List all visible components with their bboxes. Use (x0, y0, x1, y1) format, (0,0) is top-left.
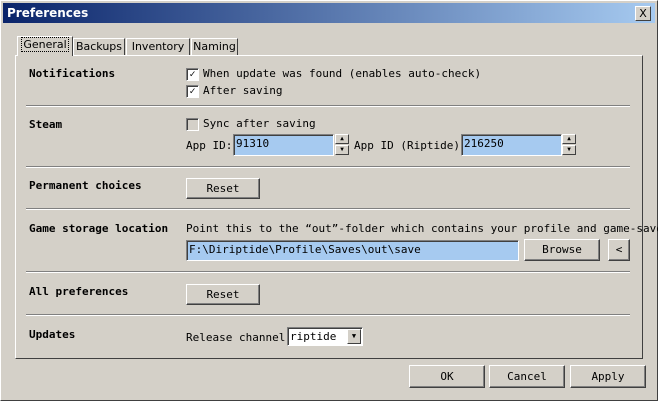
notifications-heading: Notifications (29, 67, 116, 80)
ok-button[interactable]: OK (409, 365, 485, 388)
game-storage-heading: Game storage location (29, 222, 169, 235)
release-channel-label: Release channel: (186, 331, 292, 344)
app-id-label: App ID: (186, 139, 233, 152)
apply-button[interactable]: Apply (570, 365, 646, 388)
separator (26, 105, 630, 107)
title-bar[interactable]: Preferences X (3, 3, 655, 23)
browse-button[interactable]: Browse (524, 239, 600, 261)
back-button[interactable]: < (608, 239, 630, 261)
riptide-app-id-spinner[interactable]: ▲ ▼ (562, 134, 576, 156)
separator (26, 314, 630, 316)
general-panel: Notifications ✓ When update was found (e… (15, 55, 658, 359)
tab-naming-label: Naming (193, 40, 236, 53)
chevron-down-icon[interactable]: ▼ (347, 329, 361, 344)
app-id-spinner[interactable]: ▲ ▼ (335, 134, 349, 156)
sync-checkbox[interactable] (186, 118, 199, 131)
window-title: Preferences (7, 6, 89, 20)
permanent-choices-heading: Permanent choices (29, 179, 142, 192)
all-preferences-reset-button[interactable]: Reset (186, 284, 260, 305)
game-storage-path-input[interactable]: F:\Diriptide\Profile\Saves\out\save (186, 240, 519, 261)
release-channel-value: riptide (290, 330, 337, 343)
sync-label: Sync after saving (203, 117, 316, 130)
all-preferences-heading: All preferences (29, 285, 129, 298)
release-channel-select[interactable]: riptide ▼ (287, 327, 363, 346)
tab-backups-label: Backups (75, 40, 123, 53)
tab-inventory[interactable]: Inventory (126, 38, 190, 55)
spin-down-icon[interactable]: ▼ (562, 145, 576, 155)
tab-general-label: General (21, 37, 69, 52)
tab-backups[interactable]: Backups (73, 38, 125, 55)
separator (26, 166, 630, 168)
update-found-checkbox[interactable]: ✓ (186, 68, 199, 81)
riptide-app-id-input[interactable]: 216250 (461, 134, 562, 156)
updates-heading: Updates (29, 328, 76, 341)
after-saving-checkbox[interactable]: ✓ (186, 85, 199, 98)
tab-inventory-label: Inventory (131, 40, 185, 53)
permanent-choices-reset-button[interactable]: Reset (186, 178, 260, 199)
tab-general[interactable]: General (17, 36, 73, 56)
after-saving-label: After saving (203, 84, 283, 97)
game-storage-hint: Point this to the “out”-folder which con… (186, 222, 658, 235)
riptide-app-id-label: App ID (Riptide): (354, 139, 467, 152)
cancel-button[interactable]: Cancel (489, 365, 565, 388)
app-id-input[interactable]: 91310 (233, 134, 334, 156)
separator (26, 208, 630, 210)
tab-naming[interactable]: Naming (191, 38, 238, 55)
spin-up-icon[interactable]: ▲ (335, 134, 349, 144)
spin-up-icon[interactable]: ▲ (562, 134, 576, 144)
preferences-window: Preferences X General Backups Inventory … (0, 0, 658, 401)
close-icon: X (639, 7, 647, 20)
chevron-left-icon: < (615, 243, 623, 256)
close-button[interactable]: X (635, 6, 651, 21)
separator (26, 271, 630, 273)
steam-heading: Steam (29, 118, 63, 131)
spin-down-icon[interactable]: ▼ (335, 145, 349, 155)
update-found-label: When update was found (enables auto-chec… (203, 67, 482, 80)
